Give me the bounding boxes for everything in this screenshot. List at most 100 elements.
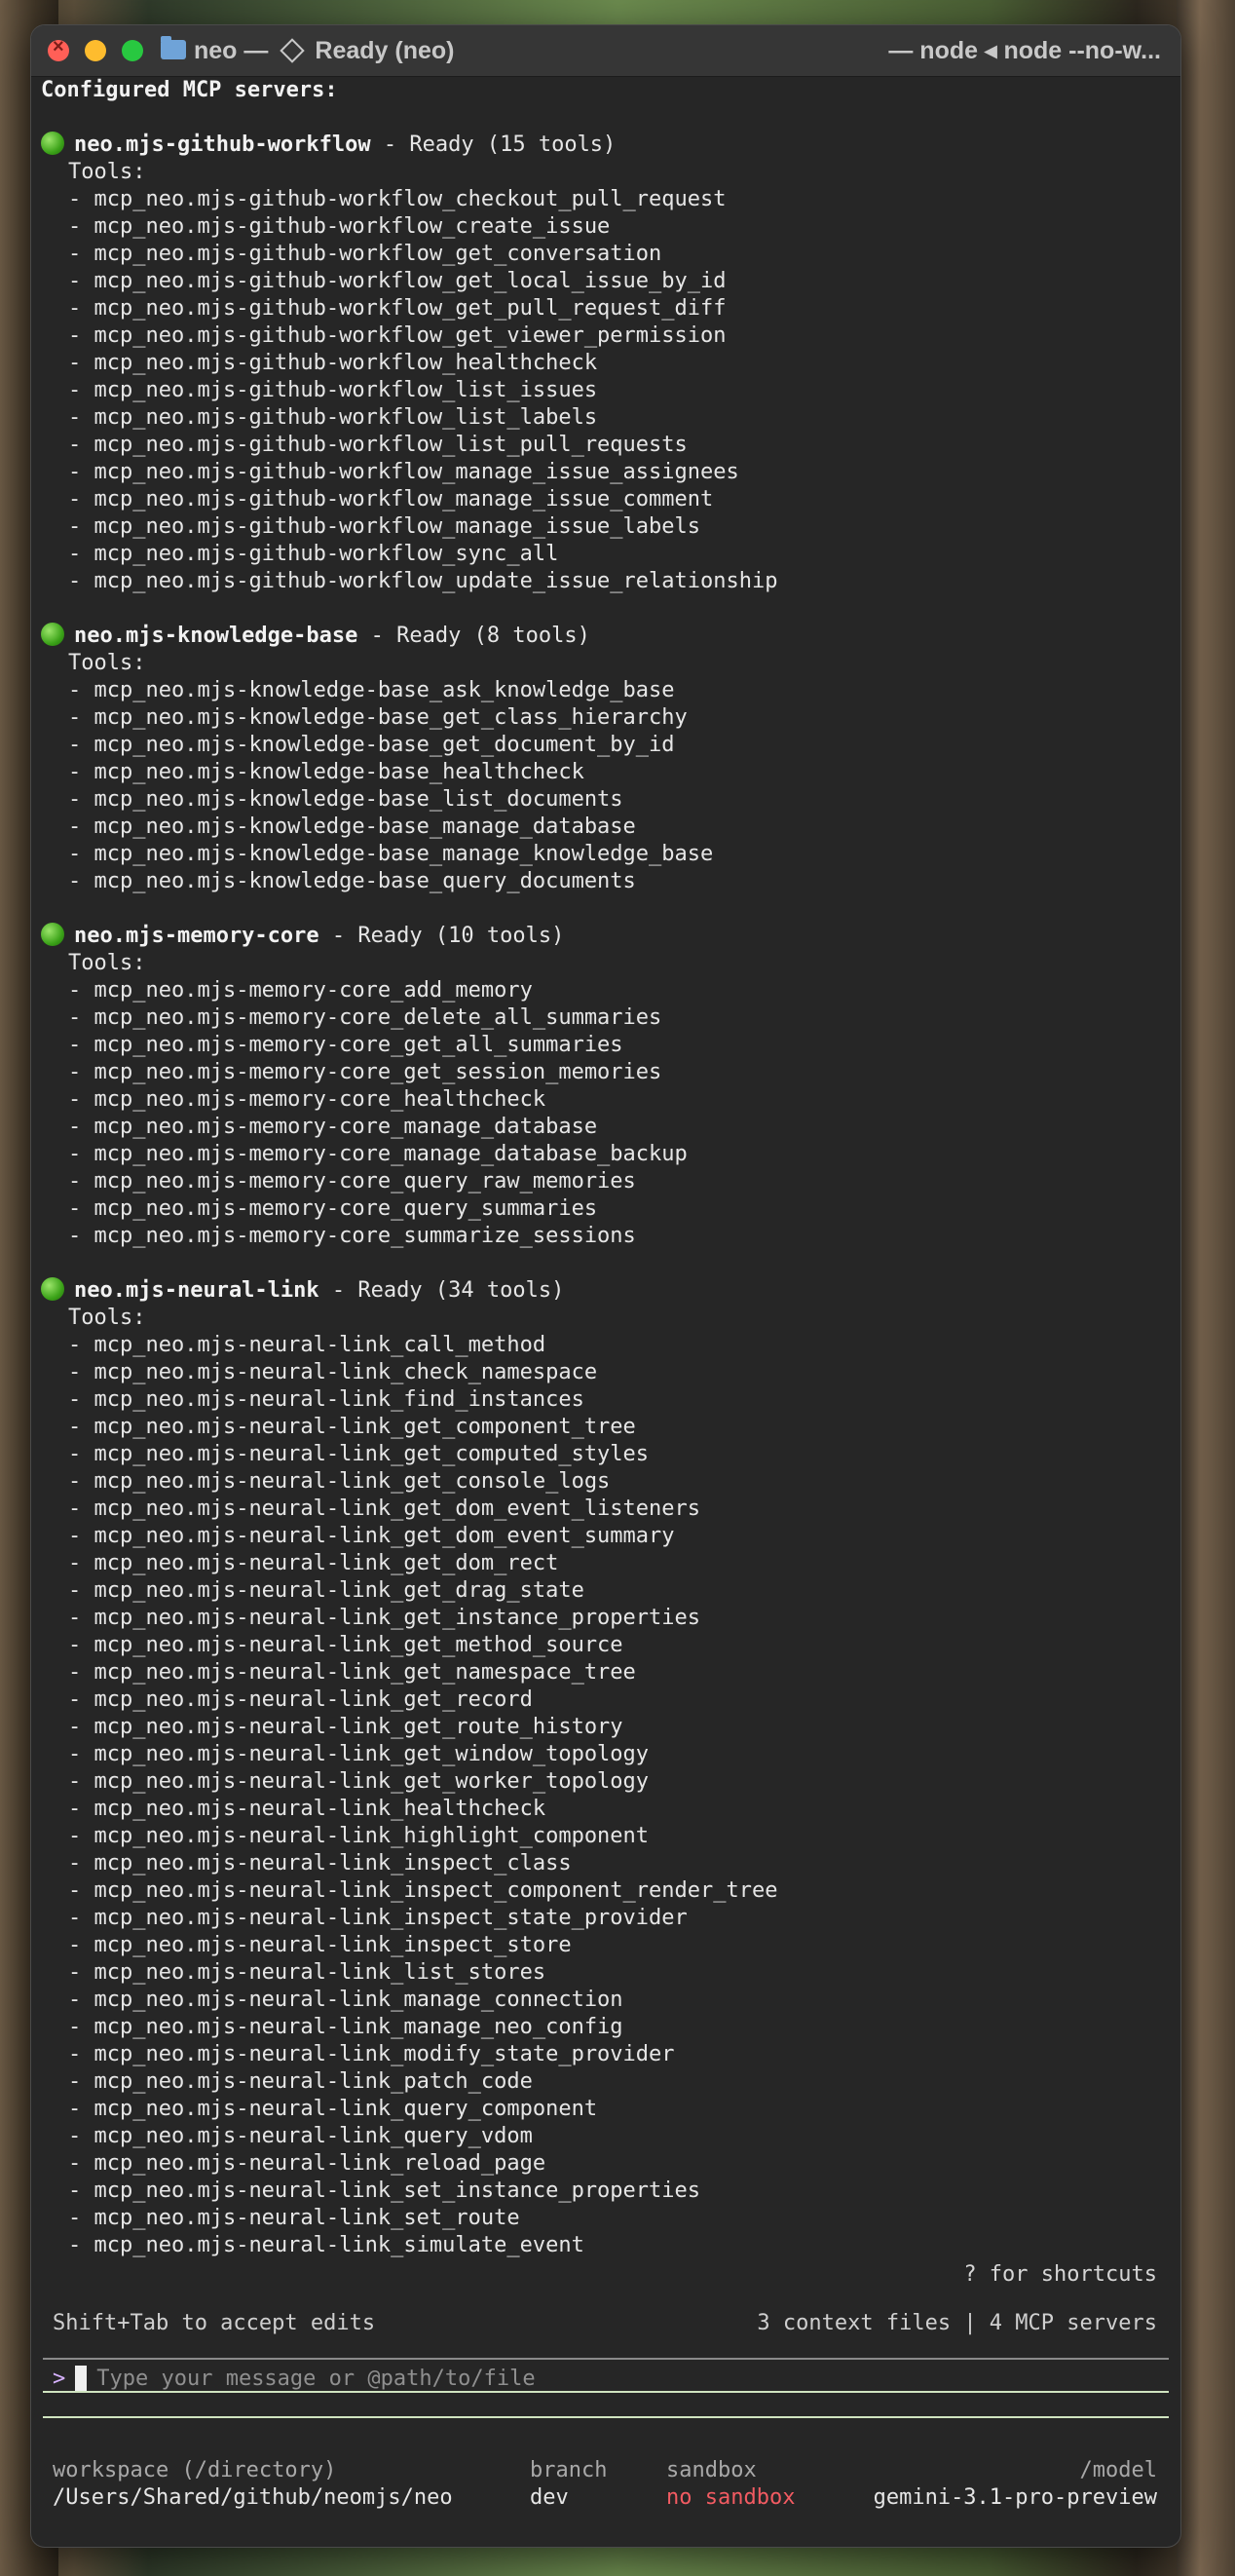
tool-name: mcp_neo.mjs-neural-link_get_component_tr… <box>94 1415 636 1439</box>
tool-item: - mcp_neo.mjs-memory-core_add_memory <box>41 977 1180 1004</box>
tool-item: - mcp_neo.mjs-memory-core_manage_databas… <box>41 1114 1180 1141</box>
tool-item: - mcp_neo.mjs-memory-core_query_raw_memo… <box>41 1168 1180 1195</box>
tool-name: mcp_neo.mjs-neural-link_manage_connectio… <box>94 1988 623 2012</box>
tool-item: - mcp_neo.mjs-knowledge-base_healthcheck <box>41 759 1180 786</box>
tool-name: mcp_neo.mjs-github-workflow_manage_issue… <box>94 487 714 511</box>
bullet-dash: - <box>68 978 94 1003</box>
server-name: neo.mjs-neural-link <box>74 1278 319 1303</box>
tool-item: - mcp_neo.mjs-neural-link_set_route <box>41 2205 1180 2232</box>
tool-name: mcp_neo.mjs-neural-link_get_route_histor… <box>94 1715 623 1739</box>
server-heading: neo.mjs-github-workflow - Ready (15 tool… <box>41 132 1180 159</box>
bullet-dash: - <box>68 433 94 457</box>
bullet-dash: - <box>68 705 94 730</box>
input-border-top <box>43 2391 1169 2393</box>
bullet-dash: - <box>68 1960 94 1985</box>
bullet-dash: - <box>68 1715 94 1739</box>
tool-item: - mcp_neo.mjs-knowledge-base_get_class_h… <box>41 704 1180 732</box>
tool-item: - mcp_neo.mjs-memory-core_get_session_me… <box>41 1059 1180 1086</box>
tool-item: - mcp_neo.mjs-github-workflow_manage_iss… <box>41 486 1180 513</box>
zoom-button[interactable] <box>122 40 143 61</box>
tool-name: mcp_neo.mjs-neural-link_query_component <box>94 2097 598 2121</box>
tool-name: mcp_neo.mjs-neural-link_inspect_componen… <box>94 1878 778 1903</box>
bullet-dash: - <box>68 1060 94 1084</box>
close-button[interactable] <box>48 36 69 61</box>
minimize-button[interactable] <box>85 40 106 61</box>
tool-item: - mcp_neo.mjs-knowledge-base_get_documen… <box>41 732 1180 759</box>
tool-name: mcp_neo.mjs-github-workflow_healthcheck <box>94 351 598 375</box>
footer-values: /Users/Shared/github/neomjs/neo dev no s… <box>53 2484 1157 2512</box>
window-controls <box>48 36 143 61</box>
tool-name: mcp_neo.mjs-github-workflow_sync_all <box>94 542 559 566</box>
tool-name: mcp_neo.mjs-github-workflow_get_local_is… <box>94 269 727 293</box>
footer-bar: workspace (/directory) branch sandbox /m… <box>53 2457 1157 2512</box>
bullet-dash: - <box>68 1988 94 2012</box>
bullet-dash: - <box>68 2097 94 2121</box>
tool-name: mcp_neo.mjs-neural-link_check_namespace <box>94 1360 598 1384</box>
bullet-dash: - <box>68 1196 94 1221</box>
background-tree-right <box>1177 0 1235 2576</box>
status-ready-icon <box>41 923 64 946</box>
bullet-dash: - <box>68 269 94 293</box>
tool-item: - mcp_neo.mjs-memory-core_manage_databas… <box>41 1141 1180 1168</box>
bullet-dash: - <box>68 1933 94 1957</box>
sandbox-status: no sandbox <box>666 2485 796 2510</box>
tool-item: - mcp_neo.mjs-github-workflow_list_issue… <box>41 377 1180 404</box>
tool-item: - mcp_neo.mjs-neural-link_call_method <box>41 1332 1180 1359</box>
tool-name: mcp_neo.mjs-neural-link_get_instance_pro… <box>94 1606 701 1630</box>
bullet-dash: - <box>68 1005 94 1030</box>
tool-name: mcp_neo.mjs-github-workflow_get_pull_req… <box>94 296 727 321</box>
tool-name: mcp_neo.mjs-neural-link_get_drag_state <box>94 1578 584 1603</box>
tool-item: - mcp_neo.mjs-github-workflow_list_label… <box>41 404 1180 432</box>
tool-name: mcp_neo.mjs-memory-core_summarize_sessio… <box>94 1224 636 1248</box>
server-status: - Ready (15 tools) <box>370 133 617 157</box>
tool-item: - mcp_neo.mjs-neural-link_get_component_… <box>41 1414 1180 1441</box>
tool-name: mcp_neo.mjs-neural-link_reload_page <box>94 2151 546 2176</box>
terminal-output[interactable]: Configured MCP servers: neo.mjs-github-w… <box>31 77 1180 2547</box>
bullet-dash: - <box>68 1142 94 1166</box>
tool-item: - mcp_neo.mjs-neural-link_healthcheck <box>41 1796 1180 1823</box>
bullet-dash: - <box>68 1442 94 1466</box>
tool-item: - mcp_neo.mjs-neural-link_simulate_event <box>41 2232 1180 2259</box>
tool-item: - mcp_neo.mjs-neural-link_get_console_lo… <box>41 1468 1180 1496</box>
tool-name: mcp_neo.mjs-github-workflow_list_issues <box>94 378 598 402</box>
bullet-dash: - <box>68 323 94 348</box>
input-border-bottom <box>43 2416 1169 2418</box>
text-cursor <box>75 2366 88 2391</box>
bullet-dash: - <box>68 2233 94 2257</box>
tool-item: - mcp_neo.mjs-neural-link_get_dom_event_… <box>41 1523 1180 1550</box>
bullet-dash: - <box>68 2151 94 2176</box>
message-input[interactable]: > Type your message or @path/to/file <box>53 2366 536 2391</box>
tool-name: mcp_neo.mjs-neural-link_inspect_state_pr… <box>94 1906 688 1930</box>
title-bar[interactable]: neo — Ready (neo) — node ◂ node --no-w..… <box>31 25 1180 77</box>
tool-name: mcp_neo.mjs-github-workflow_update_issue… <box>94 569 778 593</box>
bullet-dash: - <box>68 787 94 812</box>
shortcuts-hint: ? for shortcuts <box>963 2262 1157 2287</box>
tool-name: mcp_neo.mjs-knowledge-base_list_document… <box>94 787 623 812</box>
bullet-dash: - <box>68 2206 94 2230</box>
tool-name: mcp_neo.mjs-neural-link_get_computed_sty… <box>94 1442 650 1466</box>
bullet-dash: - <box>68 460 94 484</box>
bullet-dash: - <box>68 351 94 375</box>
input-placeholder[interactable]: Type your message or @path/to/file <box>96 2367 535 2391</box>
servers-header: Configured MCP servers: <box>41 78 338 102</box>
tool-name: mcp_neo.mjs-neural-link_get_dom_event_li… <box>94 1496 701 1521</box>
bullet-dash: - <box>68 1333 94 1357</box>
bullet-dash: - <box>68 1469 94 1494</box>
tool-name: mcp_neo.mjs-neural-link_find_instances <box>94 1387 584 1412</box>
bullet-dash: - <box>68 869 94 893</box>
bullet-dash: - <box>68 214 94 239</box>
tool-name: mcp_neo.mjs-neural-link_get_record <box>94 1687 533 1712</box>
title-process: — node ◂ node --no-w... <box>888 37 1161 64</box>
tool-item: - mcp_neo.mjs-neural-link_query_vdom <box>41 2123 1180 2150</box>
tool-item: - mcp_neo.mjs-neural-link_inspect_store <box>41 1932 1180 1959</box>
bullet-dash: - <box>68 1224 94 1248</box>
tool-name: mcp_neo.mjs-github-workflow_list_pull_re… <box>94 433 688 457</box>
bullet-dash: - <box>68 1606 94 1630</box>
tool-item: - mcp_neo.mjs-neural-link_get_drag_state <box>41 1577 1180 1605</box>
divider-top <box>43 2358 1169 2360</box>
tool-name: mcp_neo.mjs-memory-core_delete_all_summa… <box>94 1005 662 1030</box>
tool-item: - mcp_neo.mjs-github-workflow_get_viewer… <box>41 322 1180 350</box>
tool-name: mcp_neo.mjs-neural-link_inspect_store <box>94 1933 572 1957</box>
tool-name: mcp_neo.mjs-knowledge-base_query_documen… <box>94 869 636 893</box>
